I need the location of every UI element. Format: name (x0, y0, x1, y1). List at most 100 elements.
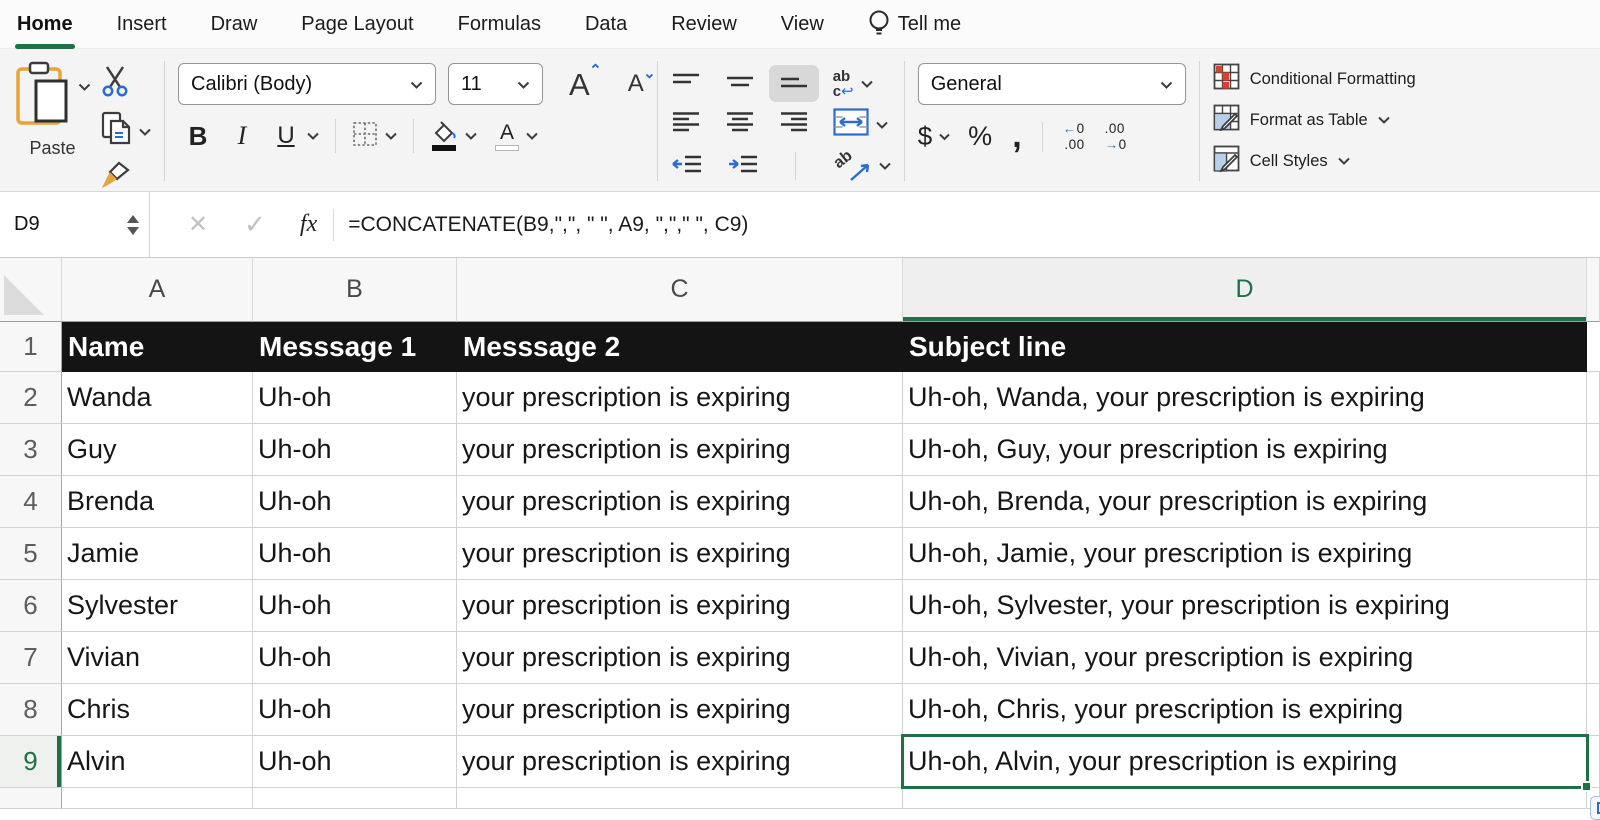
cell-b6[interactable]: Uh-oh (253, 580, 457, 632)
select-all-corner[interactable] (0, 258, 62, 322)
cell-d8[interactable]: Uh-oh, Chris, your prescription is expir… (903, 684, 1587, 736)
cell-a9[interactable]: Alvin (62, 736, 253, 788)
orientation-button[interactable]: ab (832, 151, 891, 181)
cell-b2[interactable]: Uh-oh (253, 372, 457, 424)
tell-me-button[interactable]: Tell me (868, 9, 961, 39)
formula-input[interactable]: =CONCATENATE(B9,",", " ", A9, ","," ", C… (348, 213, 748, 237)
cell-d2[interactable]: Uh-oh, Wanda, your prescription is expir… (903, 372, 1587, 424)
cell-b5[interactable]: Uh-oh (253, 528, 457, 580)
paste-dropdown-chevron[interactable] (78, 79, 91, 97)
conditional-formatting-button[interactable]: Conditional Formatting (1213, 63, 1416, 95)
paste-button[interactable]: Paste (14, 61, 91, 187)
name-box-spinner[interactable] (127, 215, 139, 235)
cell-c8[interactable]: your prescription is expiring (457, 684, 903, 736)
row-header-1[interactable]: 1 (0, 322, 62, 372)
underline-button[interactable]: U (272, 122, 319, 150)
tab-page-layout[interactable]: Page Layout (301, 13, 413, 36)
percent-format-button[interactable]: % (968, 121, 992, 152)
row-header-2[interactable]: 2 (0, 372, 62, 424)
cell-e7-partial[interactable] (1587, 632, 1600, 684)
tab-formulas[interactable]: Formulas (458, 13, 541, 36)
cell-e6-partial[interactable] (1587, 580, 1600, 632)
cell-b10-partial[interactable] (253, 788, 457, 809)
cell-c6[interactable]: your prescription is expiring (457, 580, 903, 632)
comma-format-button[interactable]: , (1012, 130, 1021, 144)
align-right-button[interactable] (779, 111, 809, 138)
row-header-7[interactable]: 7 (0, 632, 62, 684)
cell-d5[interactable]: Uh-oh, Jamie, your prescription is expir… (903, 528, 1587, 580)
column-header-b[interactable]: B (253, 258, 457, 322)
cell-b1[interactable]: Messsage 1 (253, 322, 457, 372)
cell-a7[interactable]: Vivian (62, 632, 253, 684)
cell-c4[interactable]: your prescription is expiring (457, 476, 903, 528)
fill-color-button[interactable] (430, 121, 477, 151)
cell-e1-partial[interactable] (1587, 322, 1600, 372)
cell-d10-partial[interactable] (903, 788, 1587, 809)
insert-function-icon[interactable]: fx (300, 211, 317, 238)
cell-a4[interactable]: Brenda (62, 476, 253, 528)
row-header-10-partial[interactable] (0, 788, 62, 809)
cell-a10-partial[interactable] (62, 788, 253, 809)
wrap-text-button[interactable]: ab c↩ (833, 69, 873, 99)
format-as-table-button[interactable]: Format as Table (1213, 104, 1416, 136)
cell-d3[interactable]: Uh-oh, Guy, your prescription is expirin… (903, 424, 1587, 476)
currency-format-button[interactable]: $ (918, 121, 950, 152)
tab-review[interactable]: Review (671, 13, 737, 36)
copy-dropdown-chevron[interactable] (139, 123, 151, 141)
cell-e4-partial[interactable] (1587, 476, 1600, 528)
borders-button[interactable] (352, 121, 397, 152)
decrease-indent-button[interactable] (671, 154, 703, 179)
cell-styles-button[interactable]: Cell Styles (1213, 145, 1416, 177)
italic-button[interactable]: I (222, 121, 262, 151)
tab-draw[interactable]: Draw (211, 13, 258, 36)
align-middle-button[interactable] (725, 72, 755, 95)
align-left-button[interactable] (671, 111, 701, 138)
cell-e3-partial[interactable] (1587, 424, 1600, 476)
cell-a2[interactable]: Wanda (62, 372, 253, 424)
tab-home[interactable]: Home (17, 13, 73, 36)
cell-b9[interactable]: Uh-oh (253, 736, 457, 788)
column-header-a[interactable]: A (62, 258, 253, 322)
cell-e8-partial[interactable] (1587, 684, 1600, 736)
merge-center-button[interactable] (833, 108, 888, 141)
align-center-button[interactable] (725, 111, 755, 138)
column-header-e-partial[interactable] (1587, 258, 1600, 322)
number-format-select[interactable]: General (918, 63, 1186, 105)
bold-button[interactable]: B (178, 121, 218, 152)
cell-b4[interactable]: Uh-oh (253, 476, 457, 528)
align-top-button[interactable] (671, 72, 701, 95)
cell-c7[interactable]: your prescription is expiring (457, 632, 903, 684)
cell-b3[interactable]: Uh-oh (253, 424, 457, 476)
cell-b8[interactable]: Uh-oh (253, 684, 457, 736)
tab-view[interactable]: View (781, 13, 824, 36)
cell-c1[interactable]: Messsage 2 (457, 322, 903, 372)
cell-d6[interactable]: Uh-oh, Sylvester, your prescription is e… (903, 580, 1587, 632)
cell-a6[interactable]: Sylvester (62, 580, 253, 632)
column-header-c[interactable]: C (457, 258, 903, 322)
font-size-select[interactable]: 11 (448, 63, 543, 105)
increase-font-size-button[interactable]: A⌃ (569, 69, 590, 100)
cell-e2-partial[interactable] (1587, 372, 1600, 424)
cell-c2[interactable]: your prescription is expiring (457, 372, 903, 424)
cell-a8[interactable]: Chris (62, 684, 253, 736)
row-header-5[interactable]: 5 (0, 528, 62, 580)
cancel-icon[interactable]: ✕ (188, 210, 208, 239)
increase-decimal-button[interactable]: .00 →0 (1105, 121, 1127, 152)
cell-d1[interactable]: Subject line (903, 322, 1587, 372)
name-box[interactable]: D9 (0, 192, 150, 257)
cell-e9-partial[interactable] (1587, 736, 1600, 788)
column-header-d[interactable]: D (903, 258, 1587, 322)
row-header-3[interactable]: 3 (0, 424, 62, 476)
format-painter-button[interactable] (101, 161, 151, 196)
decrease-font-size-button[interactable]: A⌄ (628, 72, 644, 96)
tab-insert[interactable]: Insert (117, 13, 167, 36)
confirm-icon[interactable]: ✓ (244, 209, 266, 240)
cell-d4[interactable]: Uh-oh, Brenda, your prescription is expi… (903, 476, 1587, 528)
cell-b7[interactable]: Uh-oh (253, 632, 457, 684)
cell-d7[interactable]: Uh-oh, Vivian, your prescription is expi… (903, 632, 1587, 684)
increase-indent-button[interactable] (727, 154, 759, 179)
cell-d9-selected[interactable]: Uh-oh, Alvin, your prescription is expir… (903, 736, 1587, 788)
cell-e5-partial[interactable] (1587, 528, 1600, 580)
align-bottom-button[interactable] (769, 65, 819, 102)
row-header-4[interactable]: 4 (0, 476, 62, 528)
